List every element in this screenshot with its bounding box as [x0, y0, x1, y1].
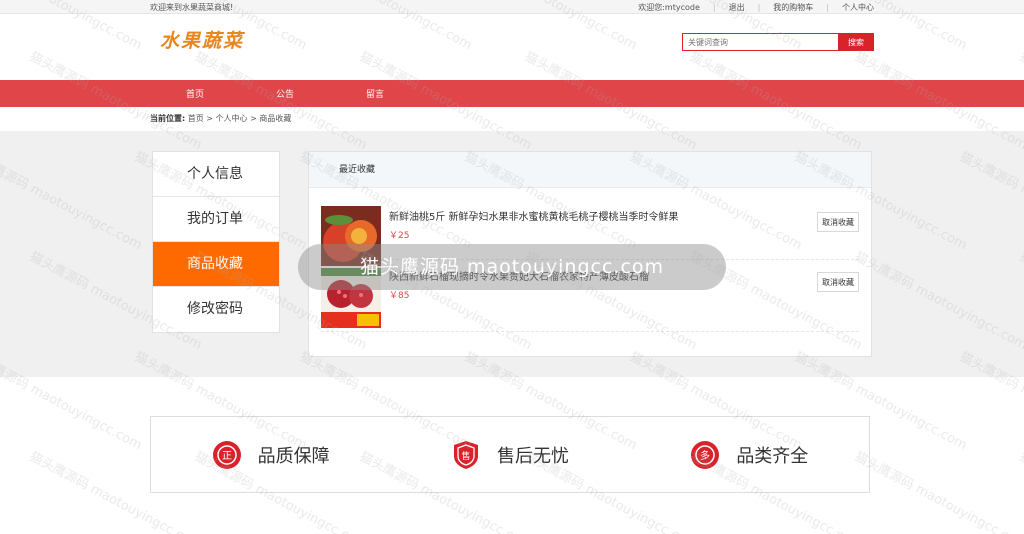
sidebar-item-favorites[interactable]: 商品收藏: [153, 242, 279, 287]
divider: |: [757, 2, 761, 12]
breadcrumb: 当前位置: 首页 > 个人中心 > 商品收藏: [0, 107, 1024, 131]
feature-label: 品质保障: [257, 445, 330, 467]
product-title[interactable]: 新鲜油桃5斤 新鲜孕妇水果非水蜜桃黄桃毛桃子樱桃当季时令鲜果: [389, 208, 679, 223]
panel-title: 最近收藏: [309, 152, 871, 188]
after-sale-icon-char: 售: [461, 450, 470, 462]
nav-message[interactable]: 留言: [330, 87, 420, 100]
search-input[interactable]: [682, 33, 838, 51]
main-nav: 首页 公告 留言: [0, 80, 1024, 107]
username: mtycode: [664, 2, 700, 12]
top-links: 欢迎您:mtycode | 退出 | 我的购物车 | 个人中心: [638, 2, 874, 13]
welcome-text: 欢迎来到水果蔬菜商城!: [150, 2, 234, 12]
watermark-banner: 猫头鹰源码 maotouyingcc.com: [298, 244, 726, 290]
feature-label: 售后无忧: [496, 445, 569, 467]
sidebar-item-orders[interactable]: 我的订单: [153, 197, 279, 242]
cart-link[interactable]: 我的购物车: [773, 2, 813, 13]
sidebar-item-profile[interactable]: 个人信息: [153, 152, 279, 197]
variety-icon-char: 多: [700, 449, 710, 462]
user-prefix: 欢迎您:: [638, 2, 665, 12]
watermark-text: 猫头鹰源码 maotouyingcc.com: [1016, 449, 1024, 534]
top-bar: 欢迎来到水果蔬菜商城! 欢迎您:mtycode | 退出 | 我的购物车 | 个…: [0, 0, 1024, 14]
header: 水果蔬菜 搜索: [0, 14, 1024, 80]
nav-home[interactable]: 首页: [150, 87, 240, 100]
breadcrumb-label: 当前位置:: [150, 114, 186, 123]
variety-icon: 多: [691, 440, 720, 469]
welcome-user: 欢迎您:mtycode: [638, 2, 700, 13]
search-button[interactable]: 搜索: [838, 33, 874, 51]
user-center-link[interactable]: 个人中心: [842, 2, 874, 13]
divider: |: [712, 2, 716, 12]
breadcrumb-path[interactable]: 首页 > 个人中心 > 商品收藏: [188, 114, 292, 123]
feature-quality: 正 品质保障: [151, 440, 390, 470]
search-bar: 搜索: [682, 33, 874, 51]
user-sidebar: 个人信息 我的订单 商品收藏 修改密码: [152, 151, 280, 333]
after-sale-icon: 售: [453, 440, 478, 469]
watermark-text: 猫头鹰源码 maotouyingcc.com: [851, 449, 1024, 534]
product-price: ￥25: [389, 231, 410, 241]
feature-after-sale: 售 售后无忧: [390, 440, 629, 470]
logout-link[interactable]: 退出: [729, 2, 745, 13]
unfavorite-button[interactable]: 取消收藏: [817, 212, 859, 232]
unfavorite-button[interactable]: 取消收藏: [817, 272, 859, 292]
nav-notice[interactable]: 公告: [240, 87, 330, 100]
quality-icon: 正: [212, 440, 241, 469]
site-logo[interactable]: 水果蔬菜: [160, 26, 244, 53]
feature-variety: 多 品类齐全: [630, 440, 869, 470]
feature-label: 品类齐全: [736, 445, 809, 467]
divider: |: [826, 2, 829, 12]
sidebar-item-password[interactable]: 修改密码: [153, 287, 279, 332]
quality-icon-char: 正: [222, 451, 232, 462]
service-features: 正 品质保障 售 售后无忧 多 品类齐全: [150, 416, 870, 493]
